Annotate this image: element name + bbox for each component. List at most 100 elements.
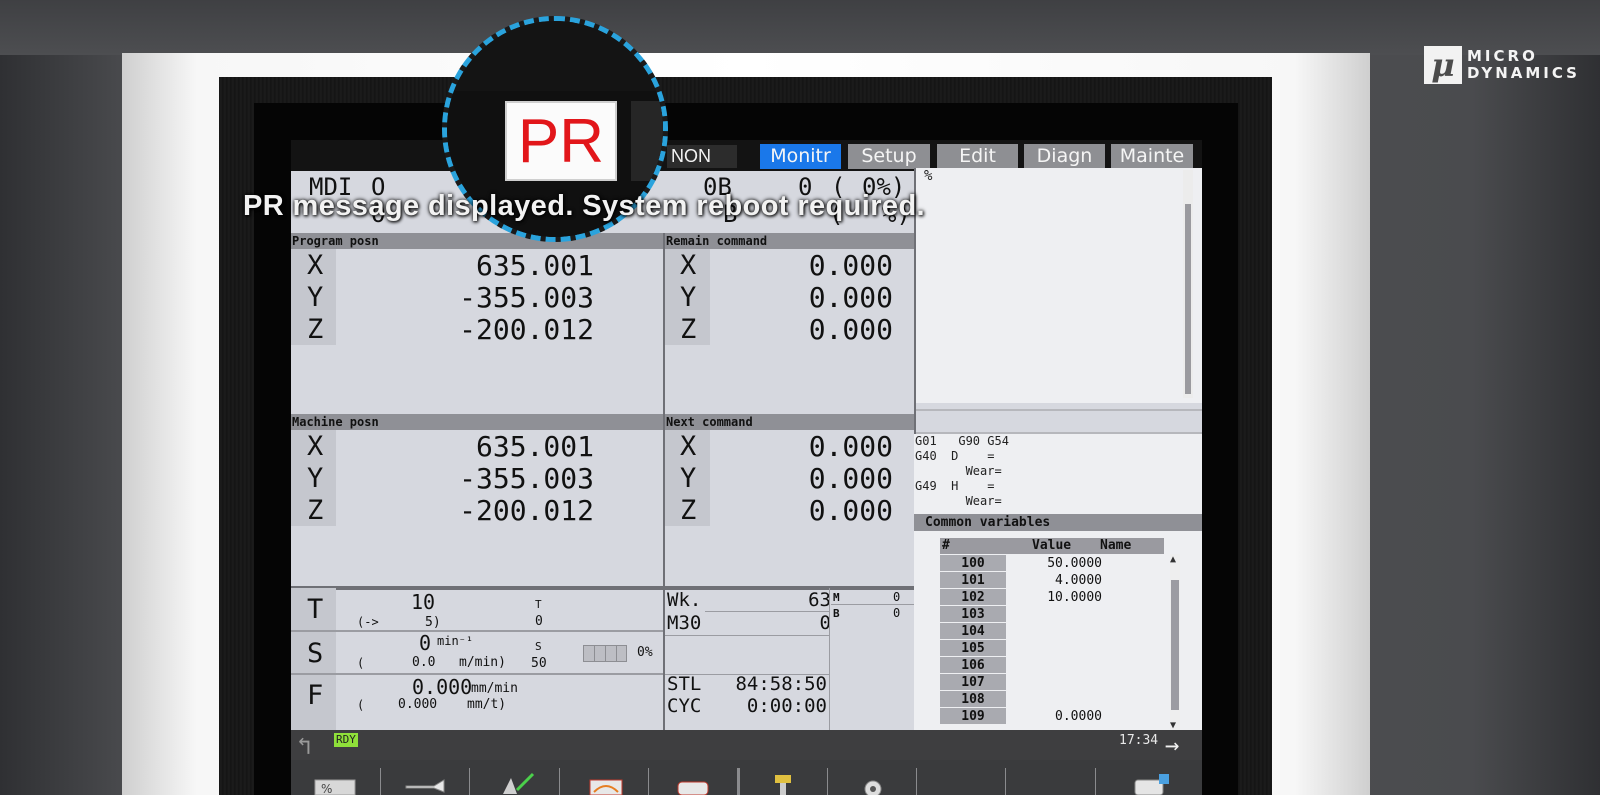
cv-row[interactable]: 102 10.0000	[940, 589, 1164, 606]
softkey-separator	[737, 768, 740, 795]
editor-text: %	[924, 168, 933, 184]
program-posn-z-value: -200.012	[459, 313, 594, 346]
status-bar: ↰ RDY 17:34 →	[291, 730, 1202, 760]
softkey-tool-icon[interactable]	[404, 772, 448, 795]
cv-row[interactable]: 109 0.0000	[940, 708, 1164, 725]
remain-command-title: Remain command	[665, 233, 916, 249]
m30-value: 0	[819, 612, 831, 634]
softkey-spindle-icon[interactable]	[761, 772, 805, 795]
spindle-speed-unit: m/min)	[459, 655, 506, 670]
tab-edit[interactable]: Edit	[937, 144, 1018, 169]
spindle-paren: (	[357, 656, 365, 670]
next-page-arrow-icon[interactable]: →	[1165, 733, 1179, 757]
brand-logo: μ MICRO DYNAMICS	[1424, 46, 1577, 90]
tab-setup[interactable]: Setup	[848, 144, 930, 169]
svg-text:%: %	[321, 782, 332, 795]
feed-per-rev-unit: mm/t)	[467, 697, 507, 712]
back-arrow-icon[interactable]: ↰	[297, 734, 311, 758]
work-count-value: 63	[808, 589, 831, 611]
feed-unit: mm/min	[471, 681, 518, 696]
next-z-value: 0.000	[808, 494, 893, 527]
softkey-separator	[559, 768, 560, 795]
cv-row-value: 50.0000	[1047, 556, 1102, 571]
tool-t-value: 0	[535, 614, 543, 629]
stl-label: STL	[667, 673, 702, 695]
tool-number: 10	[411, 590, 436, 614]
divider-v1	[663, 233, 665, 730]
machine-posn-x-value: 635.001	[475, 430, 594, 463]
program-posn-x-label: X	[307, 250, 324, 281]
program-posn-x-value: 635.001	[475, 249, 594, 282]
clock: 17:34	[1119, 733, 1159, 748]
cv-scroll-up-icon[interactable]: ▲	[1170, 554, 1176, 565]
cv-row[interactable]: 106	[940, 657, 1164, 674]
cv-scroll-thumb[interactable]	[1171, 580, 1179, 710]
spindle-unit: min⁻¹	[437, 634, 474, 648]
load-bar-tick	[616, 646, 617, 661]
softkey-monitor-icon[interactable]	[1129, 772, 1173, 795]
softkey-workpiece-icon[interactable]	[584, 772, 628, 795]
cv-row[interactable]: 101 4.0000	[940, 572, 1164, 589]
softkey-bar: %	[291, 760, 1202, 795]
cv-row-num: 102	[940, 589, 1006, 605]
softkey-percent-icon[interactable]: %	[313, 772, 357, 795]
cyc-value: 0:00:00	[746, 695, 827, 717]
softkey-separator	[916, 768, 917, 795]
tab-mainte[interactable]: Mainte	[1111, 144, 1193, 169]
b-value: 0	[893, 606, 901, 620]
load-bar-tick	[594, 646, 595, 661]
feed-value: 0.000	[412, 675, 473, 699]
cv-row[interactable]: 103	[940, 606, 1164, 623]
cv-col-name: Name	[1100, 538, 1132, 553]
next-y-value: 0.000	[808, 462, 893, 495]
spindle-load-bar	[583, 645, 627, 662]
m30-label: M30	[667, 612, 702, 634]
program-editor[interactable]: %	[916, 168, 1202, 403]
spindle-override: 0%	[637, 645, 653, 660]
cv-row[interactable]: 108	[940, 691, 1164, 708]
softkey-gear-icon[interactable]	[851, 772, 895, 795]
zoom-background-top	[447, 21, 663, 91]
feed-paren: (	[357, 698, 365, 712]
cv-scrollbar[interactable]: ▲ ▼	[1170, 554, 1180, 732]
tab-diagn[interactable]: Diagn	[1024, 144, 1105, 169]
logo-line-1: MICRO	[1467, 47, 1538, 65]
cv-col-num: #	[942, 538, 950, 553]
cv-row-num: 103	[940, 606, 1006, 622]
softkey-brush-icon[interactable]	[495, 772, 539, 795]
editor-scroll-thumb[interactable]	[1185, 204, 1191, 394]
modal-gcodes: G01 G90 G54 G40 D = Wear= G49 H = Wear=	[914, 434, 1202, 514]
machine-posn-z-value: -200.012	[459, 494, 594, 527]
program-posn-y-label: Y	[307, 282, 324, 313]
cv-row[interactable]: 107	[940, 674, 1164, 691]
tool-next: 5)	[425, 615, 441, 630]
editor-scrollbar[interactable]	[1183, 170, 1193, 398]
feed-label: F	[307, 680, 324, 711]
next-command-title: Next command	[665, 414, 916, 430]
tool-t-label: T	[535, 598, 542, 611]
cv-row[interactable]: 104	[940, 623, 1164, 640]
softkey-separator	[827, 768, 828, 795]
m-label: M	[833, 591, 840, 604]
overlay-message: PR message displayed. System reboot requ…	[243, 190, 926, 222]
work-count-label: Wk.	[667, 589, 702, 611]
m-value: 0	[893, 590, 901, 604]
softkey-shape-icon[interactable]	[672, 772, 716, 795]
softkey-separator	[1005, 768, 1006, 795]
tab-monitr[interactable]: Monitr	[760, 144, 841, 169]
cv-row-value: 0.0000	[1055, 709, 1102, 724]
stl-value: 84:58:50	[735, 673, 827, 695]
cv-row[interactable]: 100 50.0000	[940, 555, 1164, 572]
remain-z-value: 0.000	[808, 313, 893, 346]
remain-z-label: Z	[680, 314, 697, 345]
counters-divider	[829, 588, 830, 730]
background-top	[0, 0, 1600, 55]
spindle-label: S	[307, 638, 324, 669]
machine-posn-y-label: Y	[307, 463, 324, 494]
cv-row[interactable]: 105	[940, 640, 1164, 657]
m30-underline	[665, 635, 829, 636]
spindle-value: 0	[419, 631, 432, 655]
logo-mark-icon: μ	[1424, 46, 1462, 84]
cv-row-value: 10.0000	[1047, 590, 1102, 605]
s-divider	[291, 673, 663, 675]
